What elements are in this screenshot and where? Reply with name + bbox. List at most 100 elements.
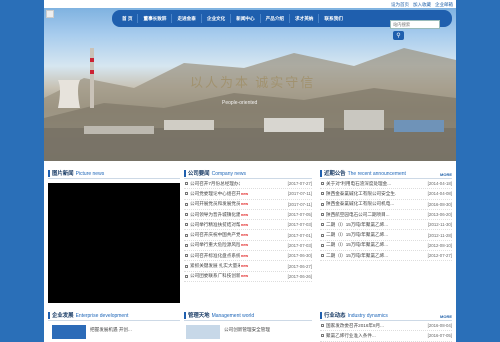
bullet-icon xyxy=(321,202,324,206)
picture-news-panel: 图片新闻 Picture news xyxy=(48,168,180,179)
management-thumbnail[interactable] xyxy=(186,325,220,339)
list-item-title[interactable]: 国家发改委召开2016年8月... xyxy=(326,323,396,329)
new-badge: new xyxy=(241,264,248,269)
bullet-icon xyxy=(321,254,324,258)
list-item[interactable]: 公司举行重大危险源风险源...new [2017-07-03] xyxy=(184,241,312,252)
head-bar xyxy=(48,312,50,319)
bullet-icon xyxy=(321,192,324,196)
nav-culture[interactable]: 企业文化 xyxy=(202,14,232,23)
list-item[interactable]: 公司召开7月份总经理办公 [2017-07-27] xyxy=(184,179,312,190)
add-favorite-link[interactable]: 加入收藏 xyxy=(413,1,431,8)
list-item-title[interactable]: 陕西航空园电石公司二期项目... xyxy=(326,212,396,218)
list-item-title[interactable]: 公司召开标准化盘点系统推进 xyxy=(190,253,240,259)
banner-slogan-en: People-oriented xyxy=(222,100,258,106)
list-item[interactable]: 陕西航空园电石公司二期项目... [2013-06-20] xyxy=(320,210,452,221)
list-item[interactable]: 陕西金泰氯碱化工有限公司安全生... [2014-04-08] xyxy=(320,189,452,200)
bullet-icon xyxy=(321,213,324,217)
search-button[interactable]: ⚲ xyxy=(393,31,404,40)
list-item[interactable]: 公司党委理论中心组召开2...new [2017-07-11] xyxy=(184,189,312,200)
list-item-date: [2016-07-05] xyxy=(427,333,452,339)
list-item[interactable]: 公司举行精准扶贫结对帮扶 new [2017-07-03] xyxy=(184,220,312,231)
nav-about[interactable]: 走进金泰 xyxy=(172,14,202,23)
banner: 首 页 董事长致辞 走进金泰 企业文化 新闻中心 产品介绍 求才英纳 联系我们 … xyxy=(44,8,456,161)
enterprise-panel: 企业发展 Enterprise development 把握发展机遇 开创... xyxy=(48,310,180,339)
new-badge: new xyxy=(241,202,248,207)
list-item[interactable]: 关于对“利用电石渣深度处理金... [2014-04-18] xyxy=(320,179,452,190)
announcement-subtitle: The recent announcement xyxy=(347,171,406,177)
bullet-icon xyxy=(185,192,188,196)
list-item[interactable]: 聚氯乙烯行业准入条件... [2016-07-05] xyxy=(320,331,452,342)
list-item-title[interactable]: 公司召开庆祝中国共产党成... xyxy=(190,232,240,238)
management-item[interactable]: 公司创新管理安全管理 xyxy=(224,327,270,333)
bullet-icon xyxy=(185,223,188,227)
list-item-title[interactable]: 紧抓关键发展 扎实大量采 xyxy=(190,263,240,269)
picture-news-subtitle: Picture news xyxy=(75,171,105,177)
enterprise-mail-link[interactable]: 企业邮箱 xyxy=(435,1,453,8)
announcement-panel: 近期公告 The recent announcement MORE 关于对“利用… xyxy=(320,168,452,262)
list-item-title[interactable]: 公司召开7月份总经理办公 xyxy=(190,181,240,187)
nav-home[interactable]: 首 页 xyxy=(117,14,139,23)
list-item-title[interactable]: 二期（Ⅰ）15万吨/年聚氯乙烯... xyxy=(326,242,396,248)
nav-contact[interactable]: 联系我们 xyxy=(319,14,347,23)
bullet-icon xyxy=(321,334,324,338)
list-item[interactable]: 二期（Ⅰ）15万吨/年聚氯乙烯... [2012-07-27] xyxy=(320,251,452,262)
list-item-title[interactable]: 公司举行精准扶贫结对帮扶 xyxy=(190,222,240,228)
list-item-title[interactable]: 陕西金泰氯碱化工有限公司机电... xyxy=(326,201,396,207)
list-item[interactable]: 二期（Ⅰ）15万吨/年聚氯乙烯... [2012-11-28] xyxy=(320,230,452,241)
list-item[interactable]: 公司开展党员和发展党员工...new [2017-07-11] xyxy=(184,200,312,210)
list-item[interactable]: 公司团委联系广科技创新科 new [2017-06-26] xyxy=(184,272,312,282)
new-badge: new xyxy=(241,274,248,279)
industry-more-link[interactable]: MORE xyxy=(440,314,452,319)
list-item-date: [2017-07-11] xyxy=(287,191,312,197)
picture-news-title: 图片新闻 xyxy=(52,171,74,177)
enterprise-thumbnail[interactable] xyxy=(52,325,86,339)
search-icon: ⚲ xyxy=(396,33,401,39)
list-item-title[interactable]: 公司党委理论中心组召开2... xyxy=(190,191,240,197)
list-item-date: [2017-06-27] xyxy=(287,263,312,269)
logo-image xyxy=(46,10,54,18)
company-news-panel: 公司要闻 Company news 公司召开7月份总经理办公 [2017-07-2… xyxy=(184,168,312,282)
list-item[interactable]: 二期（Ⅰ）15万吨/年聚氯乙烯... [2012-08-10] xyxy=(320,241,452,252)
enterprise-item[interactable]: 把握发展机遇 开创... xyxy=(90,327,132,333)
nav-products[interactable]: 产品介绍 xyxy=(261,14,291,23)
company-news-list: 公司召开7月份总经理办公[2017-07-27]公司党委理论中心组召开2...n… xyxy=(184,179,312,282)
new-badge: new xyxy=(241,253,248,258)
list-item-title[interactable]: 二期（Ⅰ）15万吨/年聚氯乙烯... xyxy=(326,222,396,228)
list-item-date: [2017-07-03] xyxy=(287,222,312,228)
list-item[interactable]: 公司领导为晋升城镇化建设 new [2017-07-05] xyxy=(184,210,312,221)
list-item-date: [2012-07-27] xyxy=(427,253,452,259)
list-item[interactable]: 紧抓关键发展 扎实大量采 new [2017-06-27] xyxy=(184,261,312,272)
list-item[interactable]: 公司召开标准化盘点系统推进new [2017-06-30] xyxy=(184,251,312,262)
list-item-title[interactable]: 公司团委联系广科技创新科 xyxy=(190,273,240,279)
bullet-icon xyxy=(185,182,188,186)
list-item[interactable]: 陕西金泰氯碱化工有限公司机电... [2016-08-30] xyxy=(320,200,452,210)
picture-news-slideshow[interactable] xyxy=(48,183,180,303)
head-bar xyxy=(320,312,322,319)
management-subtitle: Management world xyxy=(211,313,255,319)
list-item-title[interactable]: 公司开展党员和发展党员工... xyxy=(190,201,240,207)
list-item-title[interactable]: 聚氯乙烯行业准入条件... xyxy=(326,333,396,339)
list-item-date: [2017-07-01] xyxy=(287,232,312,238)
announcement-more-link[interactable]: MORE xyxy=(440,172,452,177)
search-input[interactable] xyxy=(390,20,440,29)
list-item-title[interactable]: 二期（Ⅰ）15万吨/年聚氯乙烯... xyxy=(326,253,396,259)
list-item-title[interactable]: 陕西金泰氯碱化工有限公司安全生... xyxy=(326,191,396,197)
list-item-date: [2017-06-30] xyxy=(287,253,312,259)
set-homepage-link[interactable]: 设为首页 xyxy=(391,1,409,8)
list-item[interactable]: 国家发改委召开2016年8月... [2016-08-04] xyxy=(320,321,452,332)
list-item-title[interactable]: 公司举行重大危险源风险源... xyxy=(190,242,240,248)
nav-news-center[interactable]: 新闻中心 xyxy=(231,14,261,23)
bullet-icon xyxy=(321,182,324,186)
nav-careers[interactable]: 求才英纳 xyxy=(290,14,320,23)
list-item[interactable]: 二期（Ⅰ）15万吨/年聚氯乙烯... [2012-11-30] xyxy=(320,220,452,231)
enterprise-subtitle: Enterprise development xyxy=(75,313,129,319)
nav-chairman-speech[interactable]: 董事长致辞 xyxy=(138,14,173,23)
new-badge: new xyxy=(241,233,248,238)
list-item-title[interactable]: 关于对“利用电石渣深度处理金... xyxy=(326,181,396,187)
list-item-title[interactable]: 二期（Ⅰ）15万吨/年聚氯乙烯... xyxy=(326,232,396,238)
list-item[interactable]: 公司召开庆祝中国共产党成...new [2017-07-01] xyxy=(184,230,312,241)
head-bar xyxy=(320,170,322,177)
head-bar xyxy=(184,312,186,319)
list-item-title[interactable]: 公司领导为晋升城镇化建设 xyxy=(190,212,240,218)
bullet-icon xyxy=(321,243,324,247)
